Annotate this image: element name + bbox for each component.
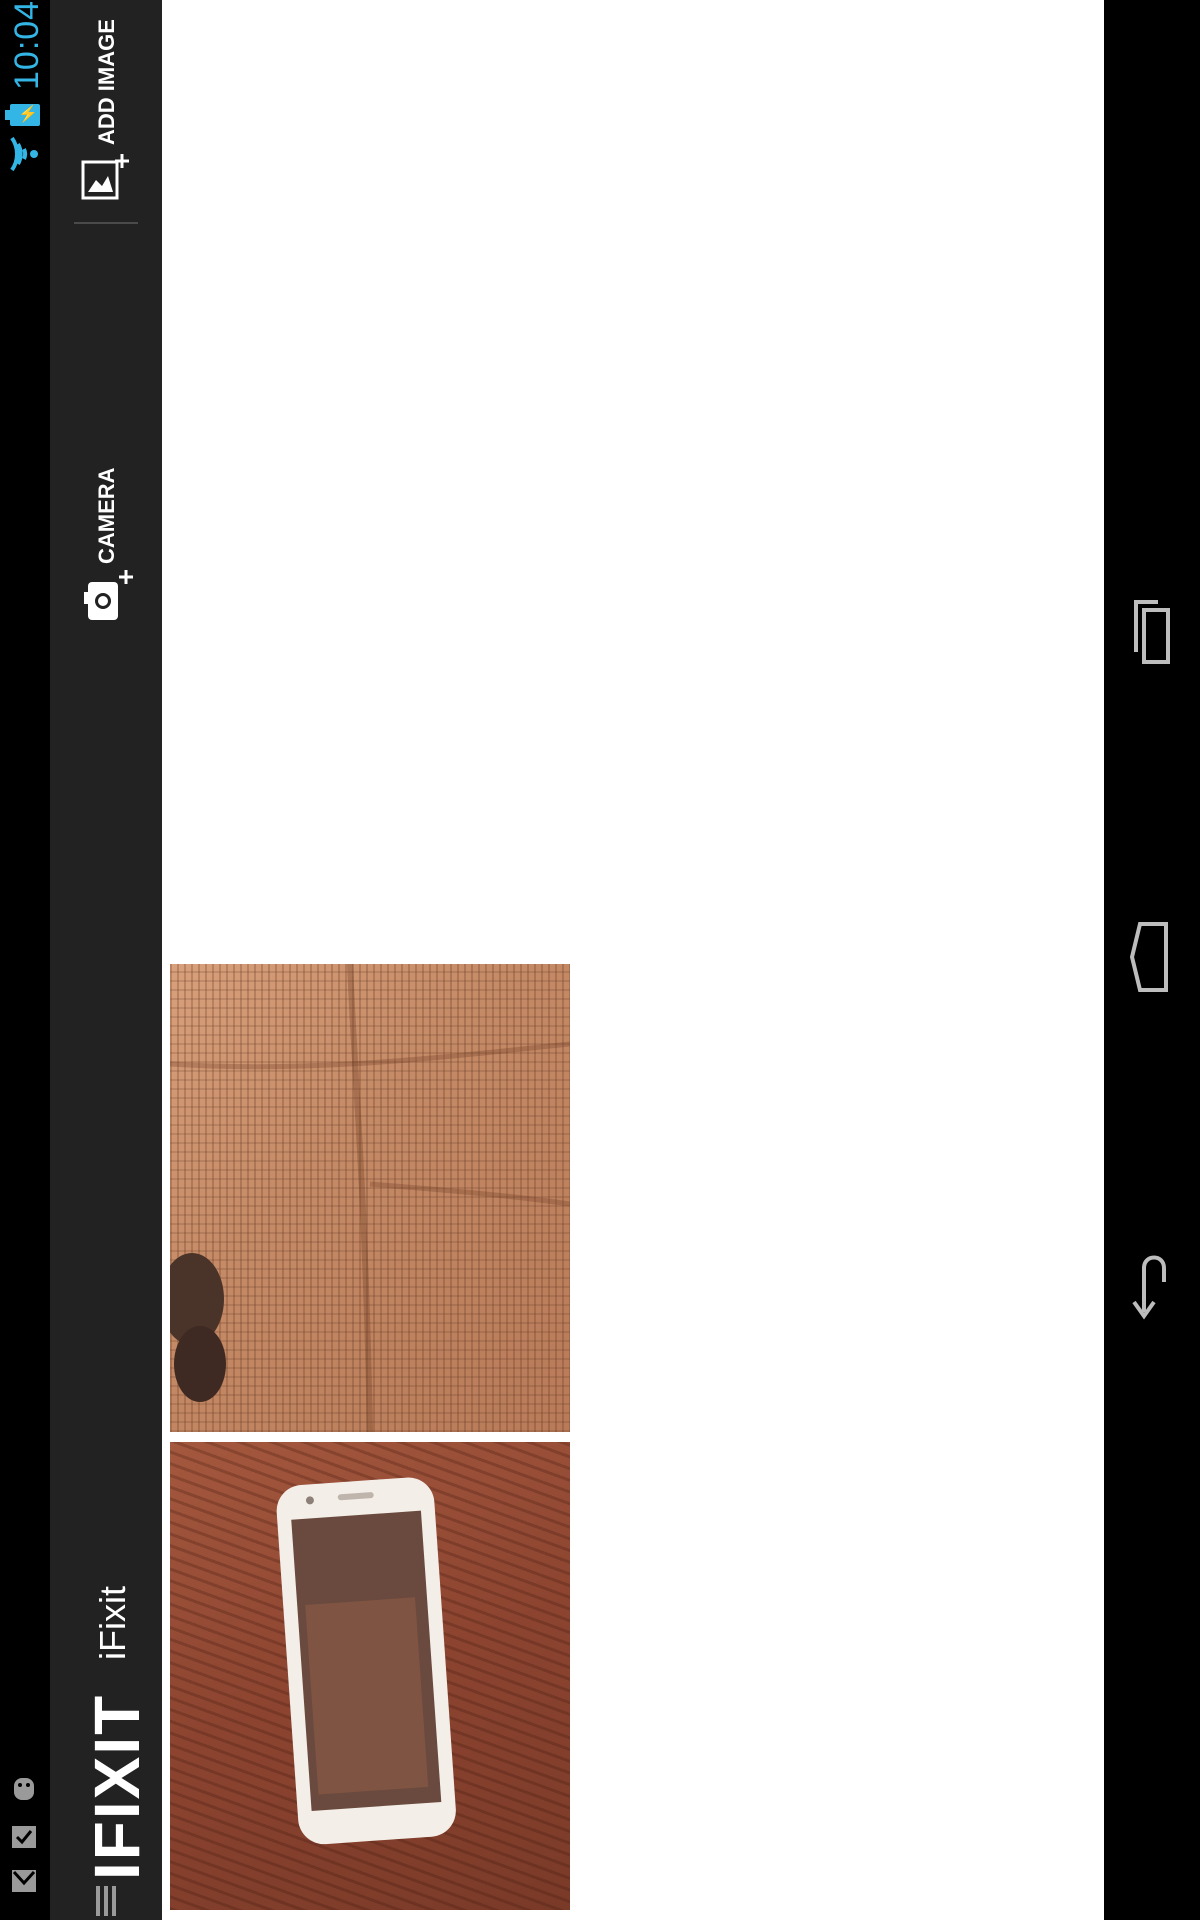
ifixit-logo: IFIXIT: [81, 1693, 153, 1880]
recents-icon[interactable]: [1122, 590, 1182, 680]
battery-charging-icon: ⚡: [5, 104, 40, 126]
photo-phone-image: [276, 1477, 456, 1845]
action-bar: ADD IMAGE CAMERA iFixit IFIXIT: [50, 0, 162, 1920]
add-image-button[interactable]: ADD IMAGE: [50, 0, 162, 215]
status-clock: 10:04: [8, 0, 46, 90]
camera-label: CAMERA: [94, 467, 119, 564]
add-image-icon: [81, 154, 129, 200]
navigation-bar: [1104, 0, 1200, 1920]
download-done-icon: [12, 1826, 36, 1848]
app-title: iFixit: [92, 1586, 133, 1660]
back-icon[interactable]: [1122, 1238, 1182, 1328]
home-up-button[interactable]: iFixit IFIXIT: [50, 1560, 162, 1920]
drawer-menu-icon: [96, 1886, 116, 1916]
image-gallery: [162, 0, 1104, 1920]
action-divider: [74, 222, 138, 224]
camera-add-icon: [84, 570, 133, 620]
camera-button[interactable]: CAMERA: [50, 228, 162, 620]
home-icon[interactable]: [1122, 912, 1182, 1002]
android-icon: [14, 1778, 34, 1800]
device-screen: 10:04 ⚡ ADD IMAGE CAMERA iFixit IFIXIT: [0, 0, 1200, 1920]
battery-bolt: ⚡: [18, 106, 38, 123]
photo-carpet-image: [170, 964, 570, 1432]
gallery-thumbnail[interactable]: [170, 1442, 570, 1910]
status-bar: 10:04 ⚡: [0, 0, 50, 1920]
gallery-thumbnail[interactable]: [170, 964, 570, 1432]
wifi-icon: [10, 136, 38, 172]
add-image-label: ADD IMAGE: [94, 19, 119, 145]
gmail-icon: [12, 1870, 36, 1892]
